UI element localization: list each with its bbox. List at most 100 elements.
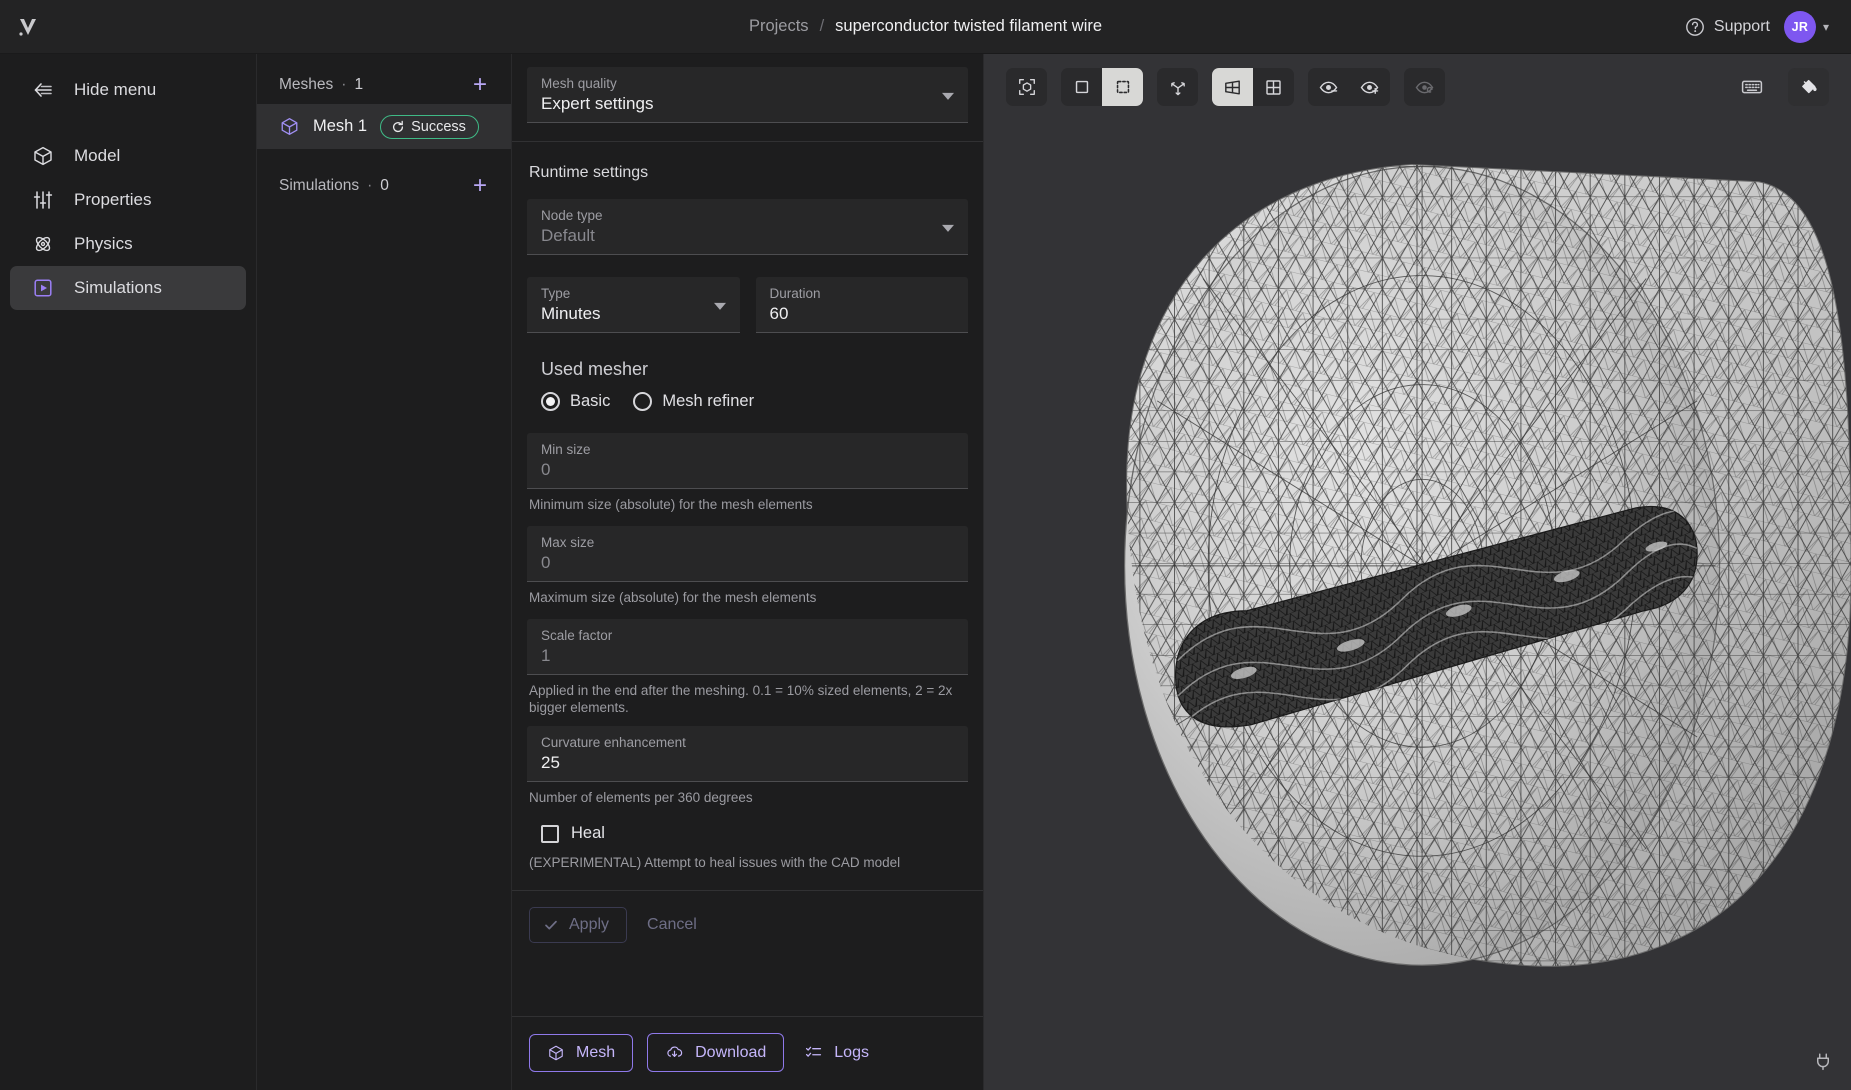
caret-down-icon [713, 302, 726, 310]
duration-label: Duration [769, 286, 821, 301]
sidebar-item-model[interactable]: Model [10, 134, 246, 178]
radio-circle-icon [633, 392, 653, 411]
curvature-label: Curvature enhancement [541, 734, 686, 750]
logs-button[interactable]: Logs [798, 1034, 875, 1071]
meshes-section-header: Meshes · 1 + [257, 66, 511, 104]
keyboard-icon[interactable] [1731, 68, 1772, 106]
simulations-dot: · [367, 177, 373, 194]
axes-tripod-icon[interactable] [1157, 68, 1198, 106]
eye-refresh-icon[interactable] [1404, 68, 1445, 106]
meshes-dot: · [341, 76, 347, 93]
simulations-section-header: Simulations · 0 + [257, 167, 511, 205]
meshes-count: 1 [354, 76, 364, 93]
heal-label: Heal [571, 824, 605, 843]
heal-checkbox-row[interactable]: Heal [512, 806, 983, 843]
settings-footer: Mesh Download Logs [512, 1016, 983, 1090]
node-type-select[interactable]: Node type Default [527, 199, 968, 255]
status-badge: Success [380, 114, 479, 139]
sidebar-item-properties[interactable]: Properties [10, 178, 246, 222]
radio-mesh-refiner[interactable]: Mesh refiner [633, 392, 754, 411]
dashed-square-icon[interactable] [1102, 68, 1143, 106]
user-menu[interactable]: JR ▾ [1783, 10, 1829, 43]
curvature-input[interactable]: Curvature enhancement 25 [527, 725, 968, 782]
mesh-button-label: Mesh [576, 1043, 616, 1061]
min-size-value: 0 [541, 460, 551, 479]
toolbar-group-view-mode [1212, 68, 1294, 106]
duration-type-select[interactable]: Type Minutes [527, 277, 740, 333]
breadcrumb-projects-link[interactable]: Projects [749, 17, 809, 36]
duration-value: 60 [769, 304, 789, 323]
viewport-3d[interactable]: x y z [984, 54, 1851, 1090]
mesh-quality-select[interactable]: Mesh quality Expert settings [527, 67, 968, 123]
cube-icon [32, 145, 54, 167]
toolbar-group-reset-visibility [1404, 68, 1445, 106]
ortho-grid-icon[interactable] [1253, 68, 1294, 106]
brand-logo[interactable] [0, 14, 56, 40]
app-body: Hide menu Model Properties Physics Simul… [0, 54, 1851, 1090]
hide-menu-button[interactable]: Hide menu [10, 68, 246, 112]
min-size-label: Min size [541, 442, 591, 457]
list-check-icon [806, 1046, 822, 1057]
mesh-render [1123, 163, 1851, 967]
mesh-item-name: Mesh 1 [313, 117, 368, 135]
mesh-quality-value: Expert settings [541, 94, 654, 113]
mesh-quality-wrap: Mesh quality Expert settings [527, 67, 968, 123]
max-size-value: 0 [541, 552, 551, 572]
breadcrumb-separator: / [819, 17, 825, 35]
breadcrumb: Projects / superconductor twisted filame… [0, 17, 1851, 36]
cloud-download-icon [667, 1046, 683, 1057]
viewport-toolbar-right [1731, 68, 1829, 106]
tree-panel: Meshes · 1 + Mesh 1 Success Simulations … [256, 54, 512, 1090]
heal-checkbox[interactable] [541, 824, 559, 843]
settings-scroll-area: Mesh quality Expert settings Runtime set… [512, 54, 983, 1016]
add-simulation-button[interactable]: + [467, 173, 493, 199]
simulations-label: Simulations [279, 177, 360, 194]
max-size-input[interactable]: Max size 0 [527, 525, 968, 582]
apply-button[interactable]: Apply [529, 907, 628, 944]
logs-button-label: Logs [834, 1043, 869, 1061]
plug-icon[interactable] [1813, 1051, 1833, 1076]
fit-to-view-icon[interactable] [1006, 68, 1047, 106]
curvature-helper: Number of elements per 360 degrees [529, 789, 753, 805]
cancel-button[interactable]: Cancel [639, 908, 705, 942]
paint-bucket-icon[interactable] [1788, 68, 1829, 106]
sidebar-item-simulations[interactable]: Simulations [10, 266, 246, 310]
eye-minus-icon[interactable] [1308, 68, 1349, 106]
collapse-left-icon [32, 79, 54, 101]
mesh-quality-label: Mesh quality [541, 76, 617, 91]
sidebar-item-physics[interactable]: Physics [10, 222, 246, 266]
type-value: Minutes [541, 304, 601, 323]
add-mesh-button[interactable]: + [467, 72, 493, 98]
support-label: Support [1713, 17, 1770, 35]
download-button-label: Download [695, 1043, 767, 1061]
max-size-helper: Maximum size (absolute) for the mesh ele… [529, 589, 817, 605]
sidebar-item-label: Physics [74, 234, 133, 253]
brand-v-logo-icon [19, 18, 36, 36]
perspective-grid-icon[interactable] [1212, 68, 1253, 106]
cube-outline-icon [549, 1045, 563, 1060]
min-size-helper: Minimum size (absolute) for the mesh ele… [529, 497, 813, 512]
toolbar-group-visibility [1308, 68, 1390, 106]
play-box-icon [32, 277, 54, 299]
viewport-toolbar [1006, 68, 1829, 106]
mesh-list-item[interactable]: Mesh 1 Success [257, 104, 511, 149]
toolbar-group-axes [1157, 68, 1198, 106]
cube-outline-icon [281, 118, 298, 135]
download-button[interactable]: Download [647, 1033, 785, 1072]
node-type-value: Default [541, 226, 595, 245]
runtime-row: Type Minutes Duration 60 [527, 277, 968, 333]
used-mesher-title: Used mesher [541, 359, 649, 379]
eye-plus-icon[interactable] [1349, 68, 1390, 106]
chevron-down-icon: ▾ [1822, 19, 1829, 34]
min-size-input[interactable]: Min size 0 [527, 433, 968, 489]
sliders-icon [32, 189, 54, 211]
mesh-button[interactable]: Mesh [529, 1033, 634, 1072]
radio-basic-label: Basic [570, 392, 611, 410]
sidebar-item-label: Model [74, 146, 121, 165]
solid-square-icon[interactable] [1061, 68, 1102, 106]
scale-factor-wrap: Scale factor 1 [527, 618, 968, 675]
duration-input[interactable]: Duration 60 [755, 277, 968, 333]
scale-factor-input[interactable]: Scale factor 1 [527, 618, 968, 675]
support-button[interactable]: Support [1685, 17, 1770, 37]
radio-basic[interactable]: Basic [541, 392, 610, 411]
